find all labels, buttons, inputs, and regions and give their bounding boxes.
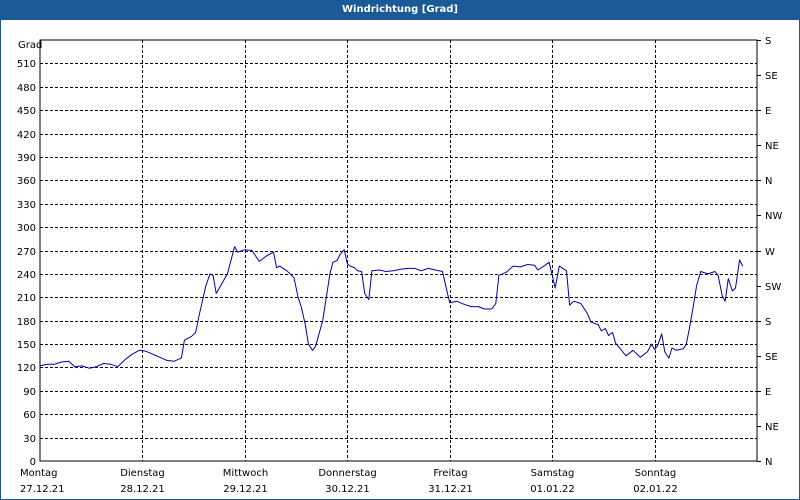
y-tick-label: 450 [17,106,36,117]
x-tick-date: 02.01.22 [633,484,678,495]
line-chart: 0 30 60 90 120 150 180 210 240 270 300 330 360 390 420… [17,36,783,495]
right-tick-label: S [765,36,771,47]
right-tick-label: NE [765,141,779,152]
x-tick-day: Donnerstag [318,468,376,479]
x-tick-day: Montag [20,468,57,479]
right-tick-label: E [765,387,771,398]
right-axis-ticks: N NE E SE S SW W NW N NE E SE S [757,36,782,468]
plot-area [39,39,758,462]
y-tick-label: 240 [17,270,36,281]
y-tick-label: 480 [17,83,36,94]
x-tick-day: Samstag [531,468,575,479]
x-tick-day: Mittwoch [223,468,268,479]
y-tick-label: 510 [17,59,36,70]
right-tick-label: NE [765,422,779,433]
right-tick-label: N [765,457,772,468]
right-tick-label: SW [765,282,781,293]
y-axis-label: Grad [18,40,42,51]
y-tick-label: 300 [17,223,36,234]
x-tick-date: 31.12.21 [428,484,473,495]
y-tick-label: 210 [17,293,36,304]
right-tick-label: E [765,106,771,117]
x-tick-date: 29.12.21 [223,484,268,495]
right-tick-label: SE [765,71,778,82]
x-tick-day: Sonntag [635,468,677,479]
y-tick-label: 90 [23,387,36,398]
right-tick-label: W [765,247,775,258]
y-tick-label: 60 [23,410,36,421]
x-axis-ticks: Montag 27.12.21 Dienstag 28.12.21 Mittwoch 29… [20,468,678,495]
y-tick-label: 270 [17,247,36,258]
x-tick-date: 30.12.21 [325,484,370,495]
y-tick-label: 360 [17,176,36,187]
x-tick-date: 28.12.21 [120,484,165,495]
y-tick-label: 120 [17,363,36,374]
y-tick-label: 420 [17,130,36,141]
y-axis-ticks: 0 30 60 90 120 150 180 210 240 270 300 330 360 390 420… [17,59,36,468]
right-tick-label: NW [765,211,782,222]
y-tick-label: 30 [23,434,36,445]
y-tick-label: 330 [17,200,36,211]
right-tick-label: SE [765,352,778,363]
y-tick-label: 0 [30,457,36,468]
y-tick-label: 150 [17,340,36,351]
y-tick-label: 390 [17,153,36,164]
x-tick-date: 01.01.22 [530,484,575,495]
y-tick-label: 180 [17,317,36,328]
x-tick-day: Dienstag [120,468,165,479]
x-tick-day: Freitag [433,468,467,479]
right-tick-label: N [765,176,772,187]
x-tick-date: 27.12.21 [20,484,65,495]
right-tick-label: S [765,317,771,328]
